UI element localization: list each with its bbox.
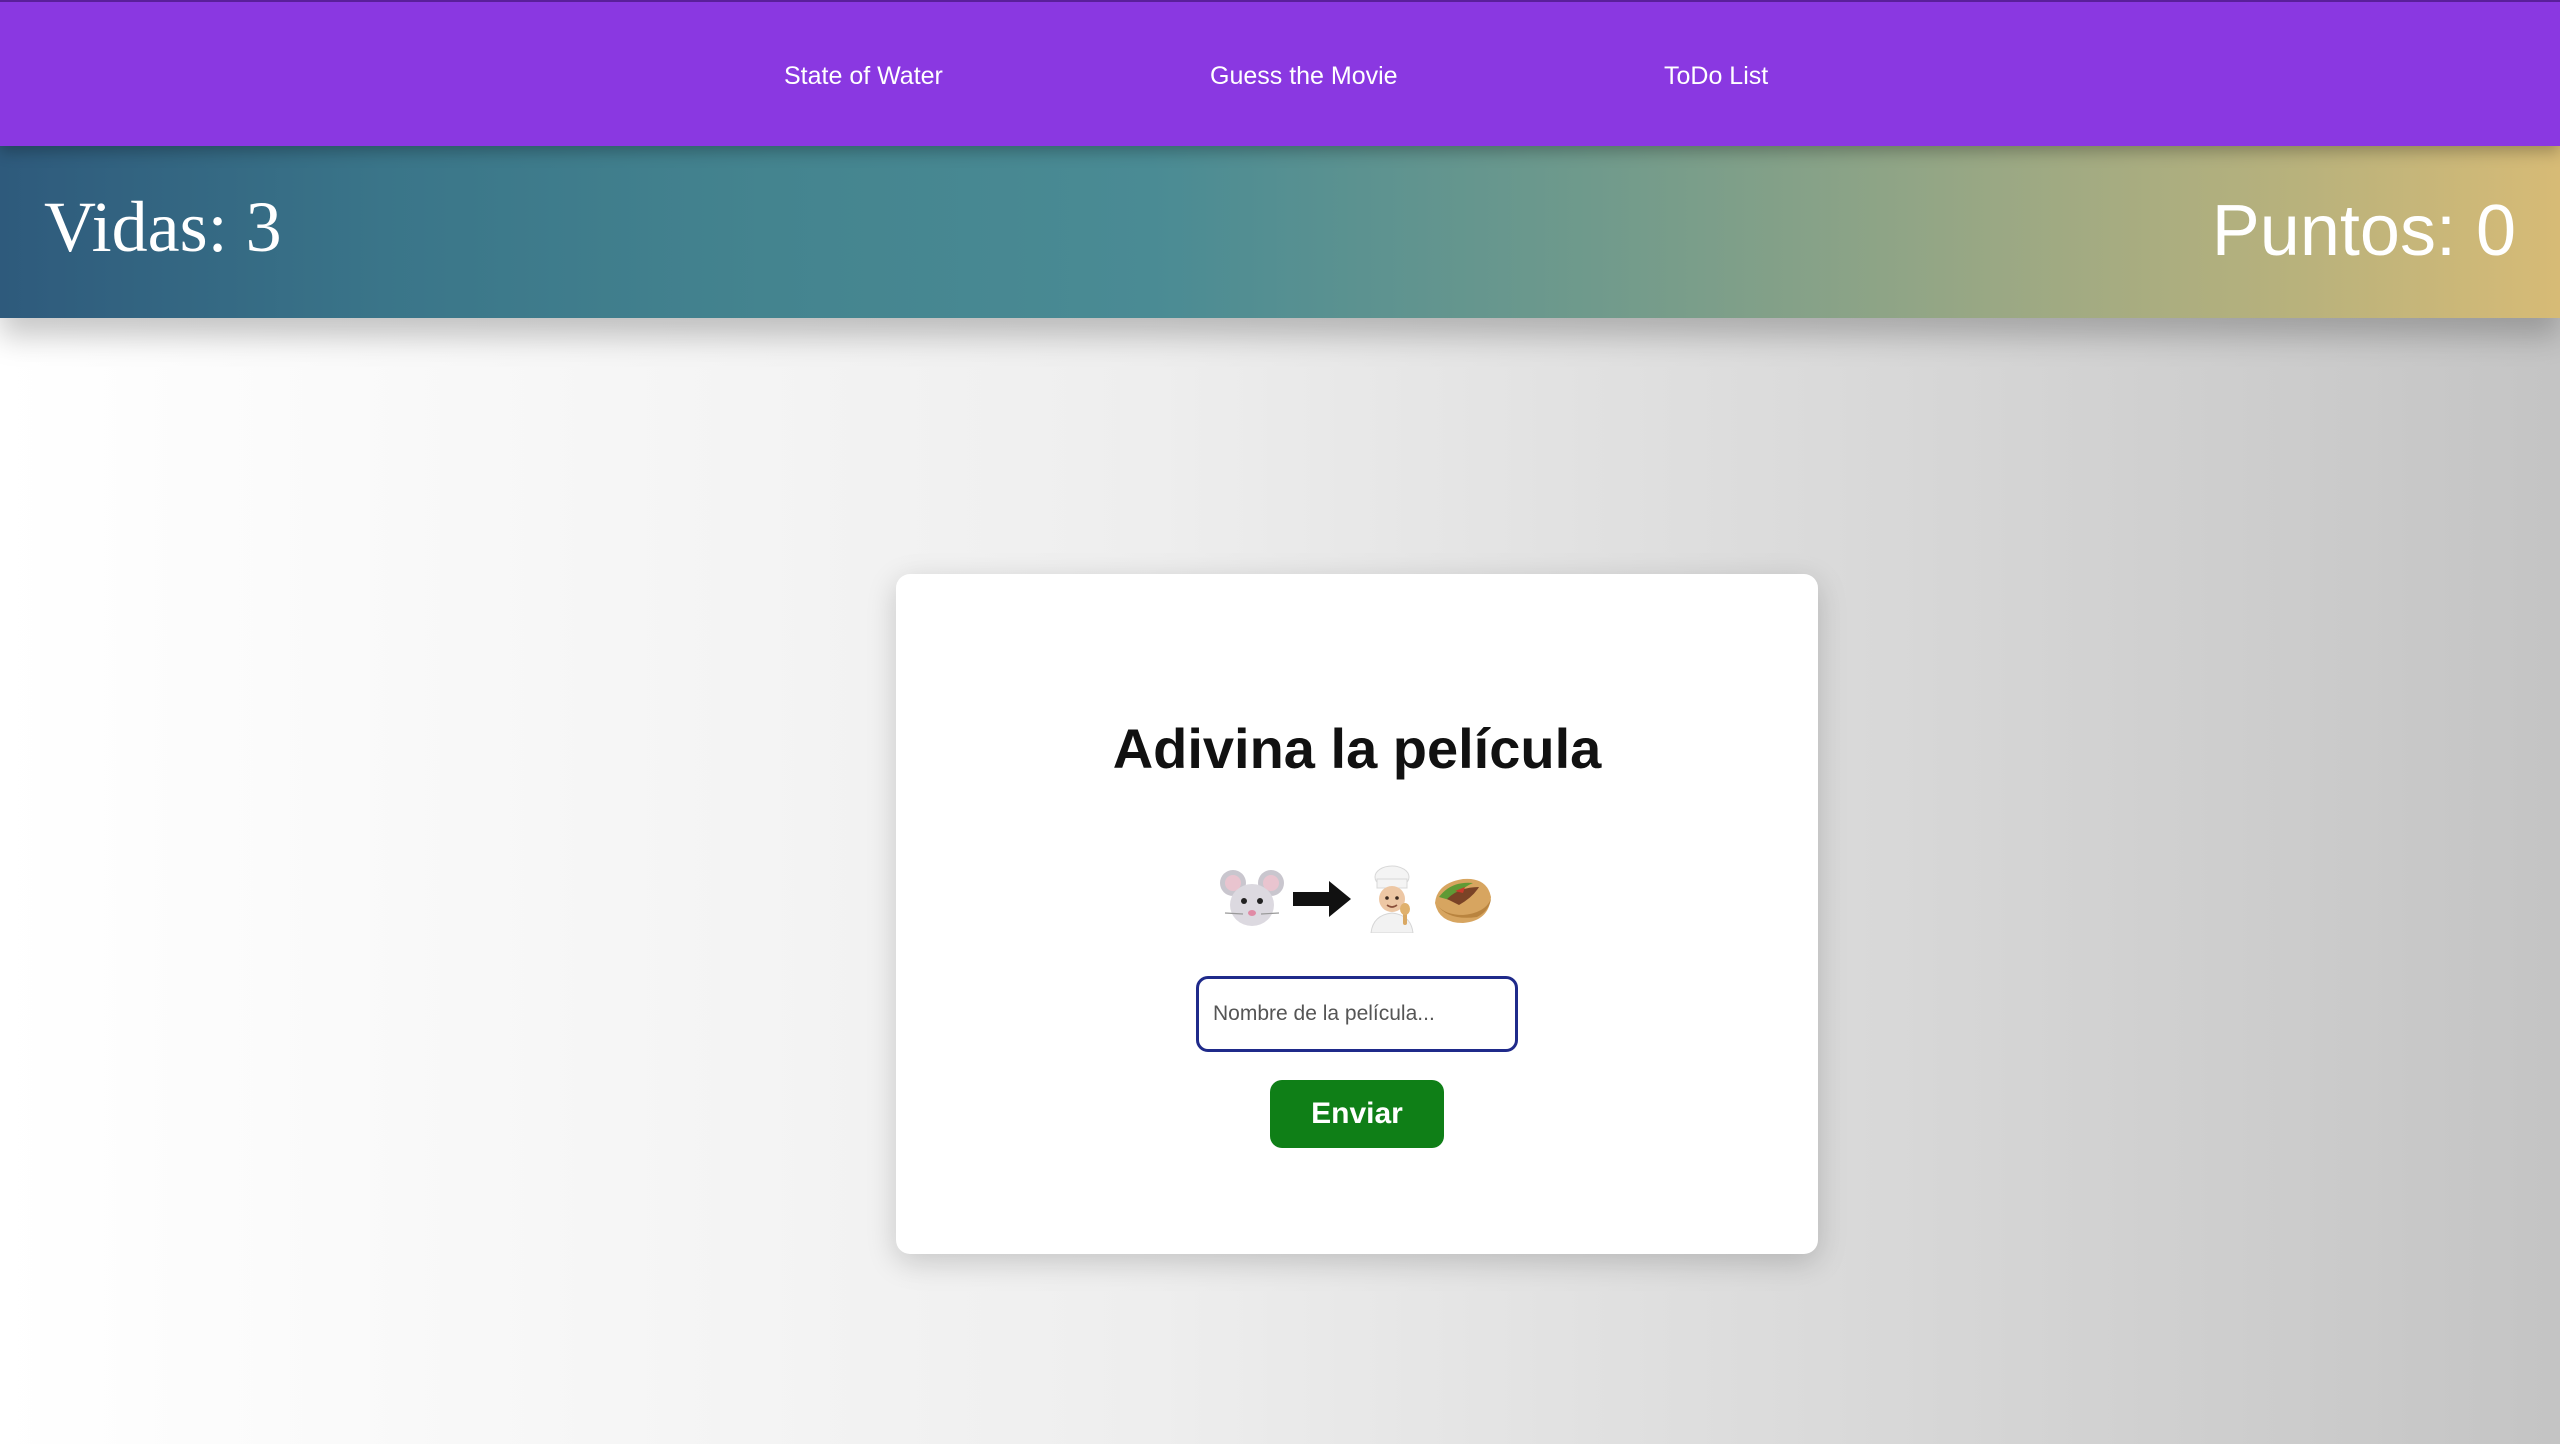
mouse-face-icon [1220,870,1284,926]
nav-link-todo-list[interactable]: ToDo List [1664,60,1768,92]
stuffed-flatbread-icon [1435,878,1491,923]
score-bar: Vidas: 3 Puntos: 0 [0,146,2560,318]
game-card: Adivina la película Nombre de la películ… [896,574,1818,1254]
movie-name-input[interactable] [1196,976,1518,1052]
submit-button[interactable]: Enviar [1270,1080,1444,1148]
game-title: Adivina la película [1112,717,1602,780]
emoji-clue [896,858,1818,938]
cook-icon [1370,865,1414,933]
nav-link-state-of-water[interactable]: State of Water [784,60,943,92]
right-arrow-icon [1293,881,1351,917]
top-navbar: State of Water Guess the Movie ToDo List [0,0,2560,146]
points-counter: Puntos: 0 [2211,191,2516,271]
lives-counter: Vidas: 3 [44,187,282,267]
nav-link-guess-the-movie[interactable]: Guess the Movie [1210,60,1398,92]
